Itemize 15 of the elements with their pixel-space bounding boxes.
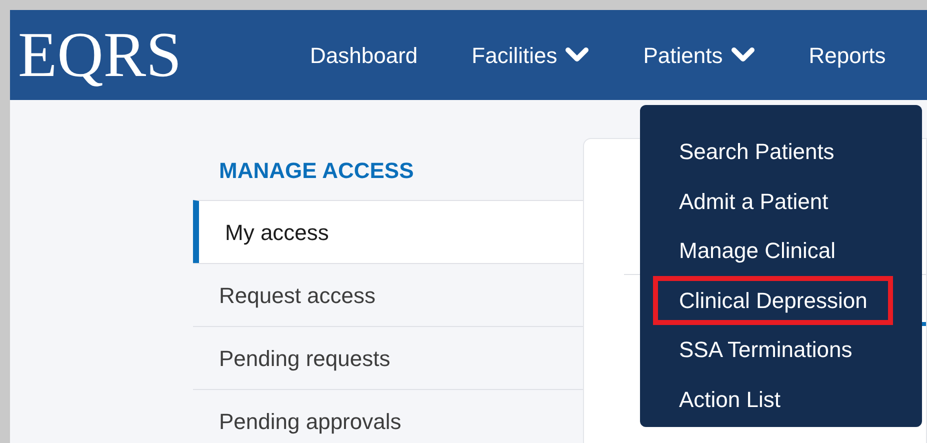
nav-link[interactable]: Facilities bbox=[472, 38, 590, 72]
chevron-down-icon bbox=[565, 47, 590, 63]
menu-item[interactable]: Clinical Depression bbox=[653, 276, 894, 325]
menu-item[interactable]: Admit a Patient bbox=[653, 176, 854, 226]
menu-item[interactable]: Search Patients bbox=[653, 127, 860, 176]
menu-item[interactable]: SSA Terminations bbox=[653, 325, 878, 374]
nav-link[interactable]: Patients bbox=[643, 38, 755, 72]
nav-link[interactable]: Dashboard bbox=[310, 38, 418, 72]
logo[interactable]: EQRS bbox=[18, 23, 310, 87]
sidebar-heading: MANAGE ACCESS bbox=[218, 157, 415, 185]
chevron-down-icon bbox=[730, 47, 755, 63]
sidebar-item[interactable]: My access bbox=[193, 200, 583, 263]
menu-item[interactable]: Manage Clinical bbox=[653, 226, 862, 276]
nav-link[interactable]: Reports bbox=[808, 38, 886, 72]
menu-item[interactable]: Action List bbox=[653, 374, 806, 424]
